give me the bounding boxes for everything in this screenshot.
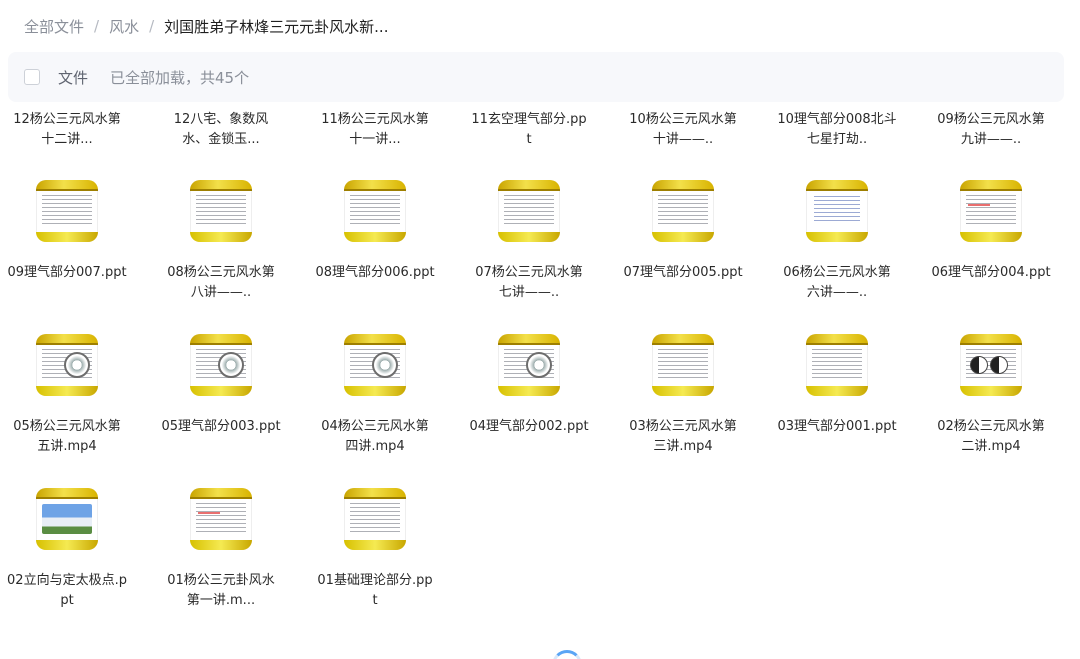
file-name: 12八宅、象数风水、金锁玉... [173,112,269,147]
file-name: 05理气部分003.ppt [161,419,281,434]
ppt-slide-thumbnail [498,180,560,242]
file-name: 11杨公三元风水第十一讲... [321,112,429,147]
file-tile[interactable]: 12八宅、象数风水、金锁玉... [146,110,296,150]
column-label-file: 文件 [58,68,89,87]
breadcrumb-separator: / [149,17,155,35]
file-tile[interactable]: 01杨公三元卦风水第一讲.m... [146,488,296,611]
file-tile[interactable]: 09杨公三元风水第九讲——.. [916,110,1066,150]
ppt-slide-thumbnail [190,334,252,396]
file-name: 02立向与定太极点.ppt [7,573,127,608]
file-tile[interactable]: 02立向与定太极点.ppt [0,488,142,611]
file-name: 09杨公三元风水第九讲——.. [937,112,1045,147]
ppt-slide-thumbnail [36,488,98,550]
file-tile[interactable]: 12杨公三元风水第十二讲... [0,110,142,150]
file-tile[interactable]: 02杨公三元风水第二讲.mp4 [916,334,1066,457]
file-tile[interactable]: 01基础理论部分.ppt [300,488,450,611]
file-tile[interactable]: 09理气部分007.ppt [0,180,142,283]
file-browser: 全部文件 / 风水 / 刘国胜弟子林烽三元元卦风水新... 文件 已全部加载，共… [0,0,1080,659]
file-tile[interactable]: 11玄空理气部分.ppt [454,110,604,150]
file-tile[interactable]: 04杨公三元风水第四讲.mp4 [300,334,450,457]
ppt-slide-thumbnail [344,180,406,242]
file-tile[interactable]: 07杨公三元风水第七讲——.. [454,180,604,303]
file-name: 04杨公三元风水第四讲.mp4 [321,419,429,454]
select-all-checkbox[interactable] [24,69,40,85]
file-name: 01基础理论部分.ppt [317,573,433,608]
file-tile[interactable]: 11杨公三元风水第十一讲... [300,110,450,150]
file-name: 09理气部分007.ppt [7,265,127,280]
file-list-header: 文件 已全部加载，共45个 [8,52,1064,102]
file-name: 08理气部分006.ppt [315,265,435,280]
file-name: 11玄空理气部分.ppt [471,112,587,147]
ppt-slide-thumbnail [960,334,1022,396]
file-name: 03杨公三元风水第三讲.mp4 [629,419,737,454]
breadcrumb: 全部文件 / 风水 / 刘国胜弟子林烽三元元卦风水新... [24,14,388,38]
breadcrumb-fengshui[interactable]: 风水 [109,16,139,37]
file-tile[interactable]: 05杨公三元风水第五讲.mp4 [0,334,142,457]
ppt-slide-thumbnail [190,488,252,550]
file-name: 04理气部分002.ppt [469,419,589,434]
file-tile[interactable]: 04理气部分002.ppt [454,334,604,437]
file-name: 08杨公三元风水第八讲——.. [167,265,275,300]
file-tile[interactable]: 06理气部分004.ppt [916,180,1066,283]
file-name: 12杨公三元风水第十二讲... [13,112,121,147]
ppt-slide-thumbnail [806,180,868,242]
ppt-slide-thumbnail [652,334,714,396]
file-name: 02杨公三元风水第二讲.mp4 [937,419,1045,454]
file-name: 07杨公三元风水第七讲——.. [475,265,583,300]
file-tile[interactable]: 03杨公三元风水第三讲.mp4 [608,334,758,457]
file-name: 10理气部分008北斗七星打劫.. [777,112,897,147]
file-name: 10杨公三元风水第十讲——.. [629,112,737,147]
breadcrumb-separator: / [94,17,100,35]
ppt-slide-thumbnail [652,180,714,242]
load-status: 已全部加载，共45个 [110,68,250,87]
file-tile[interactable]: 10杨公三元风水第十讲——.. [608,110,758,150]
file-name: 01杨公三元卦风水第一讲.m... [167,573,275,608]
breadcrumb-all-files[interactable]: 全部文件 [24,16,84,37]
ppt-slide-thumbnail [806,334,868,396]
loading-spinner-icon [552,650,582,659]
file-tile[interactable]: 05理气部分003.ppt [146,334,296,437]
ppt-slide-thumbnail [36,180,98,242]
ppt-slide-thumbnail [36,334,98,396]
file-tile[interactable]: 08理气部分006.ppt [300,180,450,283]
breadcrumb-current-folder: 刘国胜弟子林烽三元元卦风水新... [164,17,389,36]
file-name: 06理气部分004.ppt [931,265,1051,280]
file-tile[interactable]: 10理气部分008北斗七星打劫.. [762,110,912,150]
ppt-slide-thumbnail [190,180,252,242]
file-tile[interactable]: 07理气部分005.ppt [608,180,758,283]
file-name: 06杨公三元风水第六讲——.. [783,265,891,300]
file-tile[interactable]: 08杨公三元风水第八讲——.. [146,180,296,303]
file-name: 03理气部分001.ppt [777,419,897,434]
ppt-slide-thumbnail [498,334,560,396]
file-tile[interactable]: 06杨公三元风水第六讲——.. [762,180,912,303]
ppt-slide-thumbnail [344,488,406,550]
file-tile[interactable]: 03理气部分001.ppt [762,334,912,437]
ppt-slide-thumbnail [344,334,406,396]
ppt-slide-thumbnail [960,180,1022,242]
file-name: 05杨公三元风水第五讲.mp4 [13,419,121,454]
file-name: 07理气部分005.ppt [623,265,743,280]
